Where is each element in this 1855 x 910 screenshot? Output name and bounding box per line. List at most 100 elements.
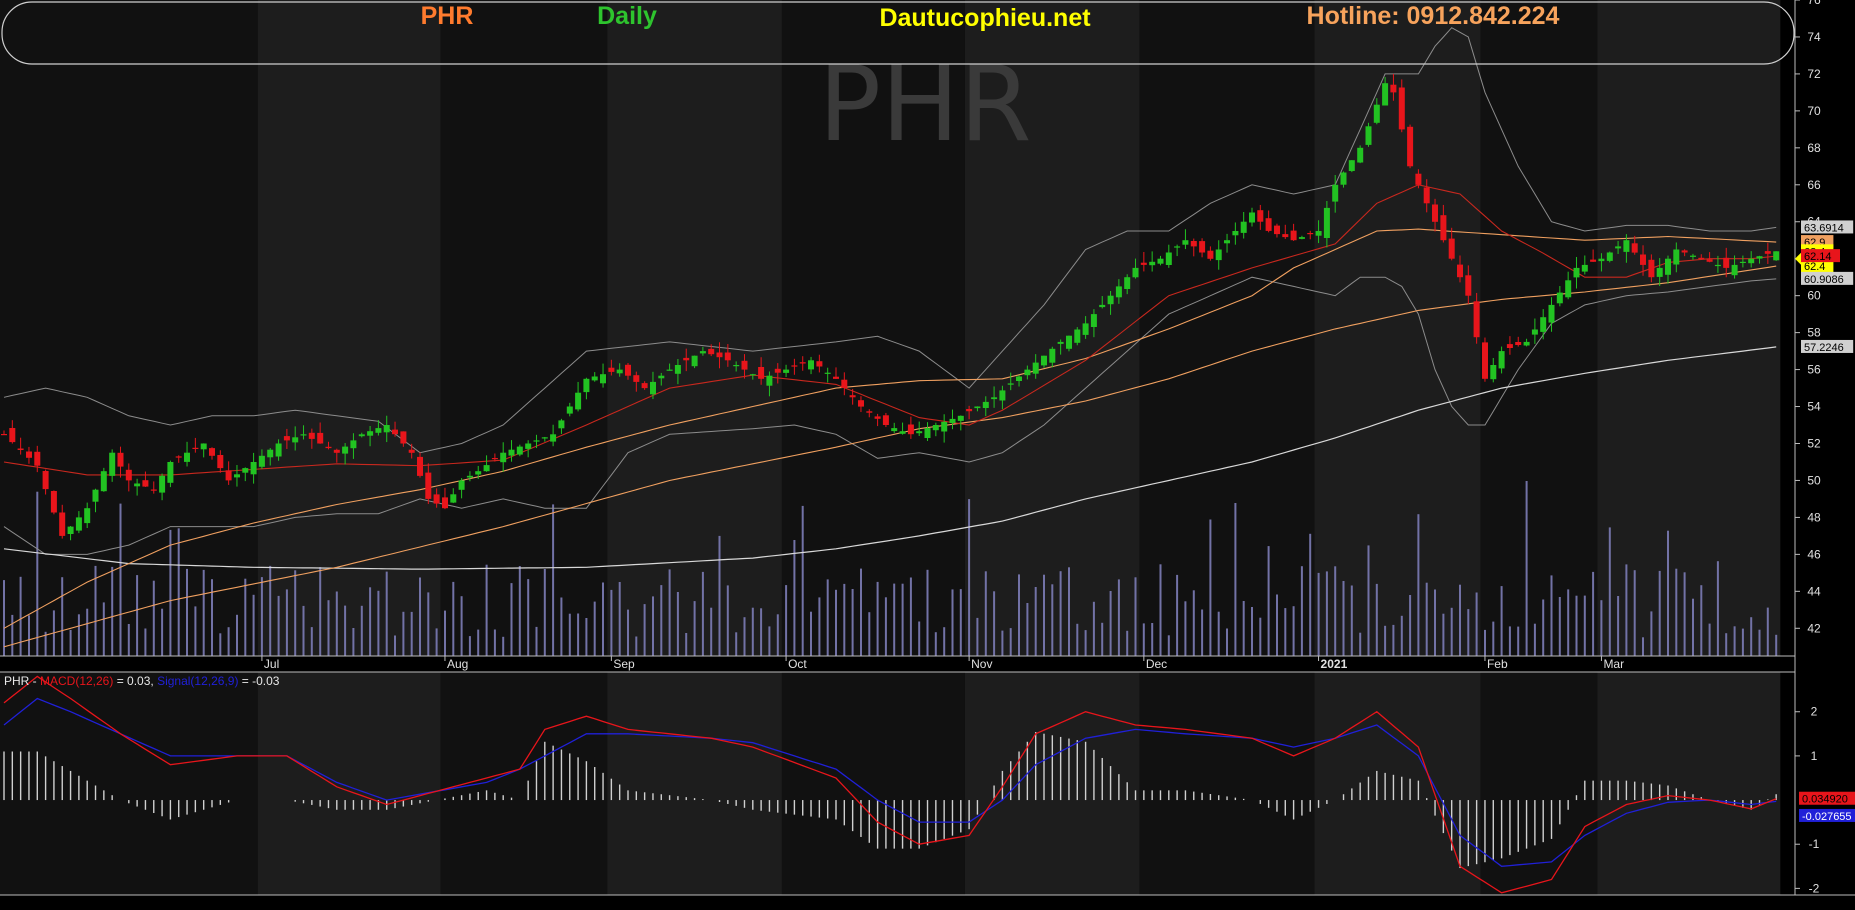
- header-hotline: Hotline: 0912.842.224: [1307, 2, 1560, 30]
- candle-body: [125, 469, 132, 481]
- candle-body: [92, 489, 99, 502]
- candle-body: [575, 392, 582, 410]
- candle-body: [1140, 262, 1147, 265]
- volume-bar: [1201, 609, 1204, 656]
- candle-body: [1290, 230, 1297, 241]
- candle-body: [749, 374, 756, 376]
- volume-bar: [1517, 626, 1520, 656]
- volume-bar: [1475, 592, 1478, 656]
- candle-body: [150, 489, 157, 491]
- volume-bar: [568, 613, 571, 656]
- candle-body: [42, 471, 49, 490]
- date-tick-label: Feb: [1487, 657, 1508, 671]
- candle-body: [209, 448, 215, 456]
- candle-body: [1482, 342, 1488, 379]
- volume-bar: [835, 589, 837, 656]
- volume-bar: [518, 566, 521, 656]
- volume-bar: [668, 569, 671, 656]
- candle-body: [1665, 258, 1671, 275]
- candle-body: [899, 431, 906, 434]
- volume-bar: [793, 540, 796, 656]
- volume-bar: [1292, 606, 1295, 656]
- month-band: [0, 0, 258, 656]
- volume-bar: [360, 605, 363, 656]
- price-tick-label: 60: [1807, 289, 1821, 303]
- volume-bar: [1500, 586, 1503, 656]
- candle-body: [167, 462, 174, 483]
- date-tick-label: Jul: [264, 657, 279, 671]
- candle-body: [1523, 341, 1530, 346]
- candle-body: [600, 374, 606, 384]
- volume-bar: [543, 569, 546, 656]
- candle-body: [317, 432, 324, 444]
- candle-body: [1714, 264, 1721, 267]
- volume-bar: [19, 576, 22, 656]
- macd-legend-part: PHR -: [4, 674, 40, 688]
- candle-body: [308, 432, 315, 439]
- volume-bar: [3, 580, 5, 656]
- volume-bar: [993, 591, 996, 656]
- volume-bar: [28, 615, 30, 656]
- candle-body: [1182, 240, 1189, 245]
- volume-bar: [1692, 598, 1694, 656]
- volume-bar: [177, 528, 180, 656]
- candle-body: [283, 436, 290, 441]
- candle-body: [1149, 261, 1156, 266]
- candle-body: [75, 517, 82, 531]
- candle-body: [442, 497, 448, 509]
- candle-body: [1124, 277, 1131, 289]
- candle-body: [67, 526, 74, 534]
- volume-bar: [1608, 527, 1611, 656]
- volume-bar: [1076, 623, 1079, 656]
- volume-bar: [1142, 623, 1145, 656]
- candle-body: [941, 421, 948, 432]
- candle-body: [1631, 243, 1638, 253]
- volume-bar: [419, 577, 421, 656]
- volume-bar: [1126, 630, 1129, 656]
- volume-bar: [843, 583, 846, 656]
- volume-bar: [410, 611, 413, 656]
- header-site: Dautucophieu.net: [879, 4, 1091, 32]
- volume-bar: [726, 585, 729, 656]
- price-tick-label: 48: [1807, 510, 1821, 524]
- volume-bar: [1775, 634, 1778, 656]
- volume-bar: [768, 626, 771, 656]
- candle-body: [26, 451, 32, 458]
- candle-body: [225, 470, 232, 481]
- volume-bar: [1650, 611, 1653, 656]
- volume-bar: [1542, 599, 1545, 656]
- volume-bar: [344, 605, 347, 656]
- volume-bar: [1084, 630, 1087, 656]
- candle-body: [641, 383, 648, 389]
- candle-body: [34, 451, 41, 466]
- volume-bar: [1026, 603, 1029, 656]
- candle-body: [1556, 292, 1563, 304]
- macd-legend-part: MACD(12,26): [40, 674, 113, 688]
- candle-body: [425, 472, 432, 499]
- volume-bar: [1117, 579, 1120, 656]
- candle-body: [84, 508, 91, 524]
- header-period: Daily: [597, 2, 657, 30]
- volume-bar: [86, 608, 89, 656]
- candle-body: [874, 416, 881, 419]
- candle-body: [1407, 126, 1414, 167]
- candle-body: [1415, 173, 1422, 185]
- candle-body: [59, 512, 66, 536]
- macd-month-band: [257, 672, 441, 895]
- candle-body: [1207, 250, 1214, 259]
- price-tick-label: 58: [1807, 326, 1821, 340]
- volume-bar: [1059, 571, 1062, 656]
- candle-body: [1506, 344, 1513, 348]
- volume-bar: [1234, 503, 1237, 656]
- candle-body: [1190, 241, 1197, 247]
- candle-body: [916, 431, 923, 434]
- candle-body: [1057, 341, 1064, 344]
- volume-bar: [1334, 566, 1337, 656]
- price-tick-label: 76: [1807, 0, 1821, 7]
- macd-value-tag-label: 0.034920: [1802, 794, 1848, 806]
- candle-body: [699, 351, 706, 354]
- candle-body: [866, 411, 873, 413]
- candle-body: [1623, 240, 1630, 252]
- candle-body: [982, 401, 989, 408]
- volume-bar: [1342, 581, 1345, 656]
